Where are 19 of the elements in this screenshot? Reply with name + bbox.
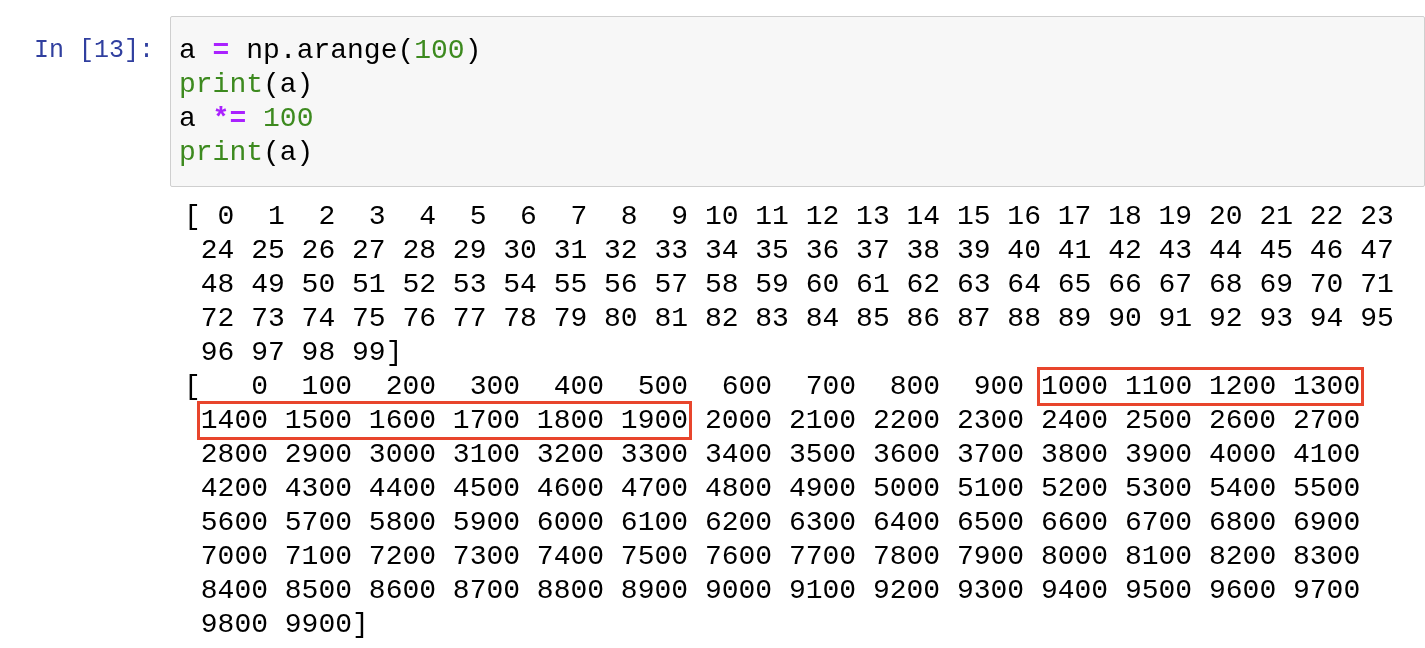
- code-line: a = np.arange(100): [179, 34, 483, 68]
- code-line: print(a): [179, 68, 315, 102]
- code-line: a *= 100: [179, 102, 315, 136]
- input-prompt: In [13]:: [32, 35, 155, 67]
- output-text: 9800 9900]: [199, 609, 369, 640]
- output-text: 2800 2900 3000 3100 3200 3300 3400 3500 3600 3700 3800 3900 4000 4100: [199, 439, 1361, 470]
- output-text: [ 0 100 200 300 400 500 600 700 800 900: [184, 371, 1026, 402]
- output-text: 7000 7100 7200 7300 7400 7500 7600 7700 7800 7900 8000 8100 8200 8300: [199, 541, 1361, 572]
- output-text: 96 97 98 99]: [199, 337, 403, 368]
- output-text: 4200 4300 4400 4500 4600 4700 4800 4900 5000 5100 5200 5300 5400 5500: [199, 473, 1361, 504]
- code-cell[interactable]: a = np.arange(100) print(a) a *= 100 print(a): [170, 16, 1425, 187]
- output-text: 48 49 50 51 52 53 54 55 56 57 58 59 60 61 62 63 64 65 66 67 68 69 70 71: [199, 269, 1394, 300]
- output-text: 24 25 26 27 28 29 30 31 32 33 34 35 36 37 38 39 40 41 42 43 44 45 46 47: [199, 235, 1394, 266]
- code-line: print(a): [179, 136, 315, 170]
- output-text: 8400 8500 8600 8700 8800 8900 9000 9100 9200 9300 9400 9500 9600 9700: [199, 575, 1361, 606]
- output-text: [ 0 1 2 3 4 5 6 7 8 9 10 11 12 13 14 15 16 17 18 19 20 21 22 23: [184, 201, 1394, 232]
- output-text: 2000 2100 2200 2300 2400 2500 2600 2700: [703, 405, 1361, 436]
- output-text: 5600 5700 5800 5900 6000 6100 6200 6300 6400 6500 6600 6700 6800 6900: [199, 507, 1361, 538]
- output-text: 72 73 74 75 76 77 78 79 80 81 82 83 84 85 86 87 88 89 90 91 92 93 94 95: [199, 303, 1394, 334]
